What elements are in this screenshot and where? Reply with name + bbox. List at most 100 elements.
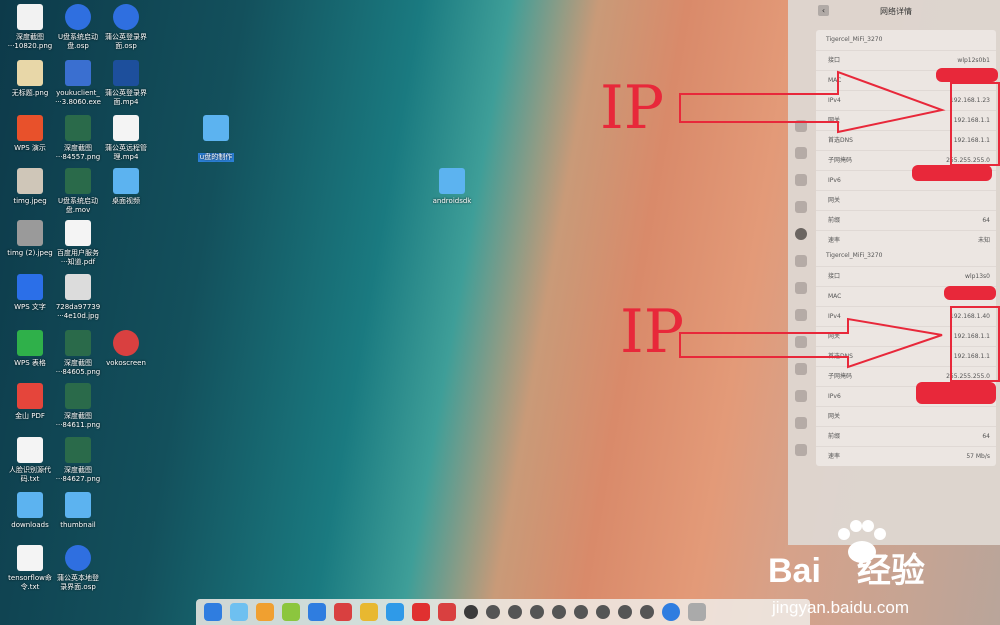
image-icon — [65, 274, 91, 300]
default-apps-icon[interactable] — [795, 174, 807, 186]
update-icon[interactable] — [795, 417, 807, 429]
detail-row: 网关 — [816, 190, 996, 210]
annotation-arrow-top — [679, 70, 946, 134]
usb-icon[interactable] — [508, 605, 522, 619]
detail-value: 57 Mb/s — [966, 453, 990, 460]
play-icon — [113, 4, 139, 30]
detail-key: 子网掩码 — [828, 157, 853, 164]
settings-sidebar — [788, 120, 814, 471]
video-player-icon[interactable] — [308, 603, 326, 621]
yandex-icon[interactable] — [412, 603, 430, 621]
trash-icon[interactable] — [688, 603, 706, 621]
redaction-ipv6-2 — [916, 382, 996, 404]
desktop-icon[interactable]: 蒲公英本地登 录界面.osp — [48, 545, 108, 592]
desktop-icon[interactable]: 蒲公英登录界 面.osp — [96, 4, 156, 51]
desktop-icon[interactable]: 蒲公英登录界 面.mp4 — [96, 60, 156, 107]
back-button[interactable]: ‹ — [818, 5, 829, 16]
display-icon[interactable] — [795, 147, 807, 159]
desktop-icon-label: 蒲公英登录界 面.mp4 — [105, 89, 147, 106]
connection-ssid: Tigercel_MiFi_3270 — [826, 252, 883, 259]
desktop-icon[interactable]: 728da97739 ···4e10d.jpg — [48, 274, 108, 321]
chrome-icon[interactable] — [360, 603, 378, 621]
baidu-watermark: Bai 经验 jingyan.baidu.com — [768, 520, 988, 624]
wifi-icon[interactable] — [574, 605, 588, 619]
detail-row: 前缀 64 — [816, 210, 996, 230]
settings-icon[interactable] — [334, 603, 352, 621]
image-icon — [65, 330, 91, 356]
sound-icon[interactable] — [795, 282, 807, 294]
folder-icon — [65, 492, 91, 518]
desktop-icon[interactable]: thumbnail — [48, 492, 108, 530]
desktop-icon[interactable]: 蒲公英远程管 理.mp4 — [96, 115, 156, 162]
record-icon[interactable] — [438, 603, 456, 621]
folder-icon — [203, 115, 229, 141]
detail-value: 64 — [982, 217, 990, 224]
keyboard-icon[interactable] — [795, 390, 807, 402]
power-icon[interactable] — [662, 603, 680, 621]
personalization-icon[interactable] — [795, 201, 807, 213]
redaction-mac-1 — [936, 68, 998, 82]
tray-icon[interactable] — [464, 605, 478, 619]
bluetooth-icon[interactable] — [795, 255, 807, 267]
desktop-icon[interactable]: 深度截图 ···84611.png — [48, 383, 108, 430]
collapse-icon[interactable] — [640, 605, 654, 619]
wifi-icon[interactable] — [552, 605, 566, 619]
info-icon[interactable] — [795, 444, 807, 456]
wps-presentation-icon — [17, 115, 43, 141]
desktop-icon-label: 728da97739 ···4e10d.jpg — [55, 303, 101, 320]
screen-icon[interactable] — [618, 605, 632, 619]
image-icon — [17, 60, 43, 86]
music-icon[interactable] — [282, 603, 300, 621]
detail-row: 接口 wlp12s0b1 — [816, 50, 996, 70]
pen-icon[interactable] — [596, 605, 610, 619]
detail-key: 接口 — [828, 273, 841, 280]
desktop-icon[interactable]: 桌面视频 — [96, 168, 156, 206]
keyboard-icon[interactable] — [486, 605, 500, 619]
image-icon — [65, 115, 91, 141]
watermark-brand2: 经验 — [856, 552, 925, 590]
desktop-icon[interactable]: 深度截图 ···84627.png — [48, 437, 108, 484]
desktop-icon[interactable]: vokoscreen — [96, 330, 156, 368]
detail-value: 64 — [982, 433, 990, 440]
desktop-icon-label: 深度截图 ···84611.png — [55, 412, 101, 429]
image-icon — [17, 168, 43, 194]
browser-icon[interactable] — [386, 603, 404, 621]
desktop-icon-label: vokoscreen — [106, 359, 146, 367]
desktop-icon[interactable]: u盘的制作 — [186, 115, 246, 163]
pdf-icon — [65, 220, 91, 246]
record-icon — [113, 330, 139, 356]
desktop-icon-label: 百度用户服务 ···知道.pdf — [57, 249, 99, 266]
text-file-icon — [17, 437, 43, 463]
file-manager-icon[interactable] — [230, 603, 248, 621]
video-icon — [113, 60, 139, 86]
desktop-icon-label: androidsdk — [432, 197, 472, 205]
desktop-icon-label: 蒲公英本地登 录界面.osp — [57, 574, 99, 591]
play-icon — [65, 4, 91, 30]
app-store-icon[interactable] — [256, 603, 274, 621]
detail-row: 速率 57 Mb/s — [816, 446, 996, 466]
connection-ssid: Tigercel_MiFi_3270 — [826, 36, 883, 43]
desktop-icon[interactable]: androidsdk — [422, 168, 482, 206]
detail-row: 前缀 64 — [816, 426, 996, 446]
annotation-ip-bottom: IP — [620, 302, 684, 362]
launcher-icon[interactable] — [204, 603, 222, 621]
detail-row: 接口 wlp13s0 — [816, 266, 996, 286]
folder-icon — [439, 168, 465, 194]
desktop-icon-label: thumbnail — [60, 521, 96, 529]
image-icon — [65, 437, 91, 463]
annotation-box-top — [950, 82, 1000, 166]
desktop-icon-label: 蒲公英远程管 理.mp4 — [105, 144, 147, 161]
network-icon[interactable] — [795, 228, 807, 240]
annotation-label: IP — [620, 297, 685, 367]
detail-key: MAC — [828, 293, 842, 300]
volume-icon[interactable] — [530, 605, 544, 619]
annotation-ip-top: IP — [600, 78, 664, 138]
taskbar-dock — [196, 599, 810, 625]
detail-key: 速率 — [828, 453, 841, 460]
desktop-icon-label: 深度截图 ···84627.png — [55, 466, 101, 483]
detail-key: IPv6 — [828, 177, 841, 184]
desktop-icon[interactable]: 百度用户服务 ···知道.pdf — [48, 220, 108, 267]
detail-key: 前缀 — [828, 433, 841, 440]
desktop-icon-label: 蒲公英登录界 面.osp — [105, 33, 147, 50]
folder-icon — [113, 168, 139, 194]
